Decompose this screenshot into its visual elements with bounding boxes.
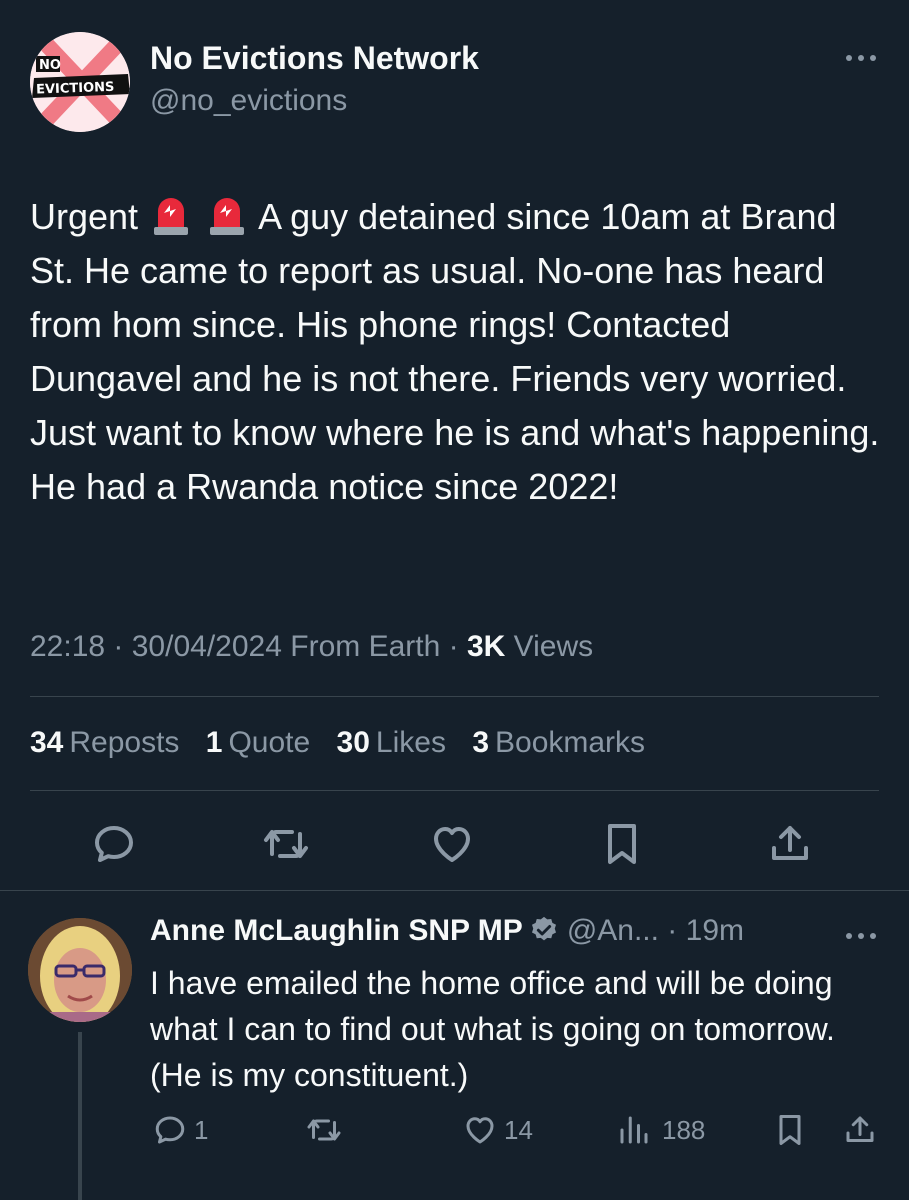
like-button[interactable] <box>428 820 476 868</box>
tweet-text-urgent: Urgent <box>30 196 139 237</box>
views-bars-icon <box>620 1116 648 1144</box>
author-name[interactable]: No Evictions Network <box>150 40 479 77</box>
reply-bubble-icon <box>95 826 133 862</box>
reply-like-count: 14 <box>504 1114 533 1145</box>
bookmarks-stat[interactable]: 3 Bookmarks <box>472 726 645 760</box>
author-avatar[interactable]: NO EVICTIONS <box>30 32 130 132</box>
reply-author-avatar[interactable] <box>28 918 132 1022</box>
tweet-stats: 34 Reposts 1 Quote 30 Likes 3 Bookmarks <box>30 726 663 760</box>
reply-views-button[interactable]: 188 <box>616 1110 705 1150</box>
verified-badge-icon <box>531 916 556 941</box>
quote-stat[interactable]: 1 Quote <box>206 726 310 760</box>
views-label: Views <box>513 630 594 663</box>
bookmark-button[interactable] <box>598 820 646 868</box>
more-dots-icon[interactable] <box>843 48 879 68</box>
views-count: 3K <box>466 630 506 663</box>
tweet-text-body: A guy detained since 10am at Brand St. H… <box>30 196 880 507</box>
tweet-text: Urgent A guy detained since 10am at Bran… <box>30 190 890 514</box>
reply-author-handle[interactable]: @An... <box>567 914 659 947</box>
share-upload-icon <box>846 1116 874 1142</box>
heart-icon <box>434 827 470 862</box>
reply-repost-button[interactable] <box>306 1110 342 1150</box>
more-dots-icon[interactable] <box>843 926 879 946</box>
reply-time[interactable]: 19m <box>686 914 744 947</box>
divider <box>30 790 879 791</box>
police-siren-icon <box>210 198 245 235</box>
avatar-photo <box>28 918 132 1022</box>
tweet-source: From Earth <box>290 630 441 663</box>
tweet-detail-page: NO EVICTIONS No Evictions Network @no_ev… <box>0 0 909 1200</box>
reply-reply-button[interactable]: 1 <box>152 1110 208 1150</box>
svg-text:EVICTIONS: EVICTIONS <box>36 80 115 98</box>
thread-line <box>78 1032 82 1200</box>
tweet-date[interactable]: 30/04/2024 <box>132 630 282 663</box>
reposts-stat[interactable]: 34 Reposts <box>30 726 179 760</box>
reply-text: I have emailed the home office and will … <box>150 965 835 1093</box>
reply-view-count: 188 <box>662 1114 706 1145</box>
divider <box>30 696 879 697</box>
repost-arrows-icon <box>264 830 308 858</box>
police-siren-icon <box>154 198 189 235</box>
reply-like-button[interactable]: 14 <box>462 1110 533 1150</box>
likes-stat[interactable]: 30 Likes <box>337 726 446 760</box>
no-evictions-logo: NO EVICTIONS <box>30 32 130 132</box>
tweet-meta: 22:18 · 30/04/2024 From Earth · 3K Views <box>30 630 594 663</box>
author-handle[interactable]: @no_evictions <box>150 84 347 118</box>
reply-bookmark-button[interactable] <box>772 1110 808 1150</box>
svg-text:NO: NO <box>39 58 61 73</box>
repost-arrows-icon <box>307 1119 341 1141</box>
heart-icon <box>466 1117 494 1144</box>
bookmark-icon <box>608 824 636 864</box>
divider <box>0 890 909 891</box>
share-upload-icon <box>772 826 808 860</box>
bookmark-icon <box>779 1115 801 1145</box>
reply-reply-count: 1 <box>194 1114 209 1145</box>
reply-bubble-icon <box>155 1116 185 1144</box>
reply-share-button[interactable] <box>842 1110 878 1150</box>
reply-button[interactable] <box>90 820 138 868</box>
reply-header: Anne McLaughlin SNP MP @An... · 19m <box>150 914 744 947</box>
reply-author-name[interactable]: Anne McLaughlin SNP MP <box>150 914 523 947</box>
tweet-time[interactable]: 22:18 <box>30 630 105 663</box>
repost-button[interactable] <box>262 820 310 868</box>
share-button[interactable] <box>766 820 814 868</box>
